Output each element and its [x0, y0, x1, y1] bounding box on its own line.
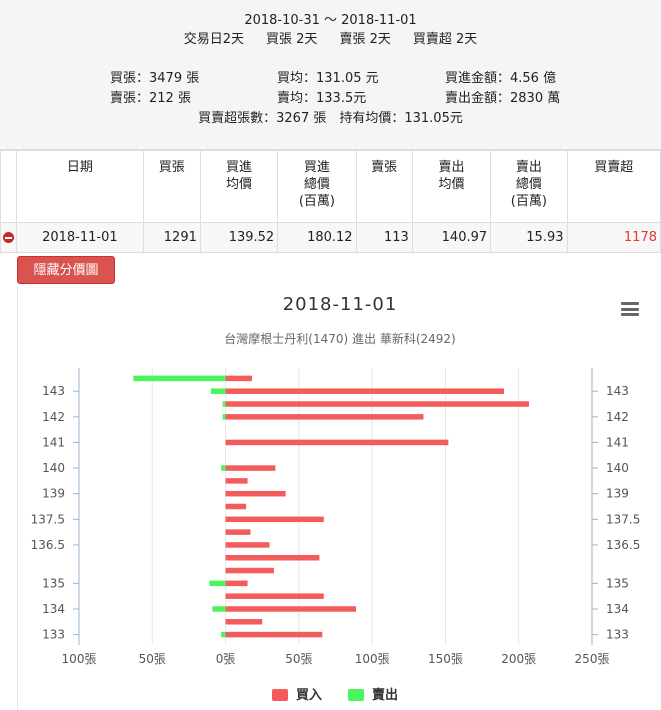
sell-qty: 賣張：212 張	[110, 91, 191, 106]
sell-avg: 賣均：133.5元	[277, 91, 367, 106]
x-tick-label: 150張	[428, 652, 463, 666]
sell-amount: 賣出金額：2830 萬	[445, 91, 561, 106]
legend-label-buy: 買入	[296, 688, 322, 703]
y-tick-label-left: 139	[42, 487, 65, 501]
bar-sell	[222, 414, 226, 420]
y-tick-label-left: 140	[42, 461, 65, 475]
bar-buy	[225, 542, 270, 548]
y-tick-label-right: 139	[606, 487, 629, 501]
cell-date: 2018-11-01	[16, 222, 144, 253]
col-header-sell-avg[interactable]: 賣出 均價	[411, 150, 492, 223]
summary-panel: 2018-10-31 ～ 2018-11-01 交易日2天 買張 2天 賣張 2天買…	[0, 0, 661, 150]
bar-buy	[225, 554, 320, 561]
col-header-buy-qty[interactable]: 買張	[142, 150, 201, 223]
legend-swatch-sell	[348, 689, 364, 701]
net-days: 買賣超 2天	[412, 32, 478, 47]
buy-days: 買張 2天	[266, 32, 318, 47]
bar-sell	[133, 375, 226, 382]
bar-buy	[225, 593, 324, 599]
bar-buy	[225, 516, 324, 523]
legend-label-sell: 賣出	[372, 687, 398, 703]
bar-sell	[221, 465, 226, 471]
y-tick-label-right: 135	[606, 576, 629, 590]
bar-sell	[222, 401, 226, 407]
row-collapse-cell[interactable]	[0, 222, 18, 253]
bar-buy	[225, 490, 286, 497]
bar-sell	[221, 631, 226, 638]
cell-sell-avg: 140.97	[411, 222, 492, 253]
bar-buy	[225, 388, 505, 394]
days-line: 交易日2天 買張 2天 賣張 2天 買賣超 2天	[0, 28, 661, 47]
col-header-sell-total[interactable]: 賣出 總價 (百萬)	[490, 150, 568, 223]
x-tick-label: 0張	[216, 652, 236, 666]
y-tick-label-right: 142	[606, 410, 629, 424]
x-tick-label: 200張	[501, 652, 536, 666]
sell-days: 賣張 2天	[339, 32, 391, 47]
bar-sell	[212, 606, 226, 612]
x-tick-label: 50張	[285, 652, 312, 666]
buy-avg: 買均：131.05 元	[277, 71, 379, 86]
cell-buy-total: 180.12	[277, 222, 357, 253]
bar-sell	[210, 388, 226, 394]
col-header-date[interactable]: 日期	[16, 150, 144, 223]
bar-buy	[225, 478, 248, 484]
bar-buy	[225, 567, 274, 574]
cell-buy-avg: 139.52	[199, 222, 279, 253]
y-tick-label-right: 141	[606, 435, 629, 449]
bar-buy	[225, 529, 251, 535]
bar-buy	[225, 503, 247, 510]
cell-buy-qty: 1291	[142, 222, 201, 253]
x-tick-label: 100張	[62, 652, 97, 666]
y-tick-label-left: 143	[42, 384, 65, 398]
date-range: 2018-10-31 ～ 2018-11-01	[244, 13, 417, 28]
collapse-icon[interactable]	[3, 232, 15, 243]
y-tick-label-left: 136.5	[31, 538, 65, 552]
table-header-row: 日期 買張 買進 均價 買進 總價 (百萬) 賣張 賣出 均價 賣出 總價 (百…	[0, 150, 661, 223]
trade-table: 日期 買張 買進 均價 買進 總價 (百萬) 賣張 賣出 均價 賣出 總價 (百…	[0, 150, 661, 253]
bar-buy	[225, 606, 357, 612]
x-tick-label: 100張	[355, 652, 390, 666]
col-header-buy-avg[interactable]: 買進 均價	[199, 150, 279, 223]
y-tick-label-right: 143	[606, 384, 629, 398]
col-header-buy-total[interactable]: 買進 總價 (百萬)	[277, 150, 357, 223]
col-header-net[interactable]: 買賣超	[566, 150, 661, 223]
y-tick-label-left: 134	[42, 602, 65, 616]
bar-buy	[225, 619, 263, 625]
y-tick-label-right: 134	[606, 602, 629, 616]
y-tick-label-right: 133	[606, 628, 629, 642]
col-header-toggle	[0, 150, 18, 223]
legend-swatch-buy	[272, 689, 288, 701]
bar-buy	[225, 580, 248, 587]
y-tick-label-left: 141	[42, 435, 65, 449]
price-distribution-chart: 2018-11-01 台灣摩根士丹利(1470) 進出 華新科(2492) 10…	[17, 286, 661, 710]
y-tick-label-right: 136.5	[606, 538, 640, 552]
bar-buy	[225, 439, 449, 446]
y-tick-label-left: 135	[42, 576, 65, 590]
table-row: 2018-11-01 1291 139.52 180.12 113 140.97…	[0, 222, 661, 253]
chart-plot-area: 100張 50張 0張 50張 100張 150張 200張 250張 143 143 142 142…	[31, 368, 640, 703]
trading-days: 交易日2天	[183, 32, 245, 47]
x-tick-label: 250張	[575, 652, 610, 666]
bar-sell	[209, 580, 226, 587]
buy-qty: 買張：3479 張	[110, 71, 200, 86]
y-tick-label-left: 133	[42, 628, 65, 642]
net-line: 買賣超張數：3267 張 持有均價：131.05元	[198, 111, 463, 126]
buy-amount: 買進金額：4.56 億	[445, 71, 557, 86]
y-tick-label-right: 137.5	[606, 512, 640, 526]
cell-sell-total: 15.93	[490, 222, 568, 253]
bar-buy	[225, 375, 252, 382]
hide-price-chart-button[interactable]: 隱藏分價圖	[17, 256, 115, 284]
y-tick-label-right: 140	[606, 461, 629, 475]
y-tick-label-left: 142	[42, 410, 65, 424]
bar-buy	[225, 631, 323, 638]
cell-net: 1178	[566, 222, 661, 253]
y-tick-label-left: 137.5	[31, 512, 65, 526]
col-header-sell-qty[interactable]: 賣張	[355, 150, 413, 223]
bar-buy	[225, 465, 276, 471]
bar-buy	[225, 414, 424, 420]
bar-buy	[225, 401, 529, 407]
x-tick-label: 50張	[139, 652, 166, 666]
cell-sell-qty: 113	[355, 222, 413, 253]
